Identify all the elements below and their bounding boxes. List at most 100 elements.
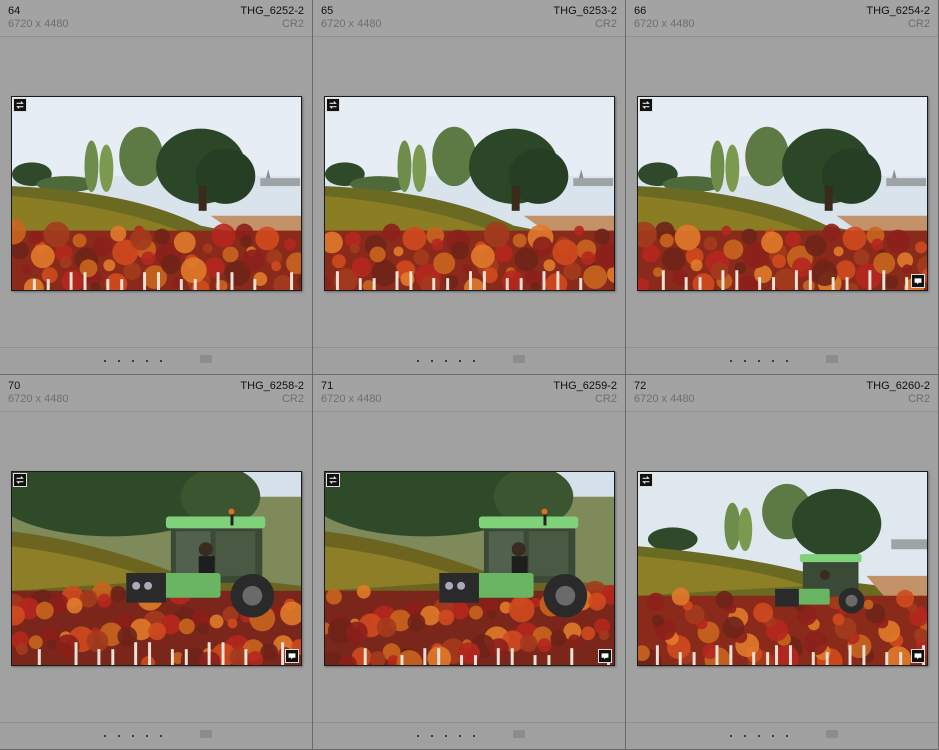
cell-dimensions: 6720 x 4480: [634, 18, 695, 30]
rating-dot[interactable]: [772, 735, 774, 737]
grid-cell[interactable]: 72 THG_6260-2 6720 x 4480 CR2: [626, 375, 939, 750]
rating-dot[interactable]: [744, 360, 746, 362]
sync-arrows-icon[interactable]: [326, 473, 340, 487]
rating-dot[interactable]: [118, 735, 120, 737]
thumbnail-image[interactable]: [11, 471, 302, 666]
color-label-icon[interactable]: [826, 355, 838, 363]
grid-cell[interactable]: 70 THG_6258-2 6720 x 4480 CR2: [0, 375, 313, 750]
grid-cell[interactable]: 66 THG_6254-2 6720 x 4480 CR2: [626, 0, 939, 375]
color-label-icon[interactable]: [513, 730, 525, 738]
thumbnail-image[interactable]: [324, 96, 615, 291]
cell-dimensions: 6720 x 4480: [321, 393, 382, 405]
cell-extension: CR2: [907, 393, 930, 405]
thumbnail-photo: [12, 97, 301, 290]
sync-arrows-icon[interactable]: [13, 98, 27, 112]
thumbnail-photo: [325, 472, 614, 665]
rating-dot[interactable]: [459, 735, 461, 737]
rating-dot[interactable]: [758, 735, 760, 737]
rating-dot[interactable]: [473, 735, 475, 737]
cell-extension: CR2: [594, 393, 617, 405]
rating-dot[interactable]: [104, 360, 106, 362]
rating-dot[interactable]: [104, 735, 106, 737]
rating-dot[interactable]: [459, 360, 461, 362]
thumbnail-photo: [325, 97, 614, 290]
cell-filename: THG_6253-2: [553, 5, 617, 17]
color-label-icon[interactable]: [513, 355, 525, 363]
cell-index: 66: [634, 5, 647, 17]
color-label-icon[interactable]: [200, 730, 212, 738]
comment-icon[interactable]: [911, 274, 925, 288]
sync-arrows-icon[interactable]: [639, 473, 653, 487]
thumbnail-image[interactable]: [637, 471, 928, 666]
cell-header: 65 THG_6253-2 6720 x 4480 CR2: [313, 0, 625, 37]
cell-extension: CR2: [594, 18, 617, 30]
grid-cell[interactable]: 64 THG_6252-2 6720 x 4480 CR2: [0, 0, 313, 375]
color-label-icon[interactable]: [200, 355, 212, 363]
cell-footer: [313, 347, 625, 374]
rating-dot[interactable]: [160, 735, 162, 737]
comment-icon[interactable]: [285, 649, 299, 663]
cell-filename: THG_6259-2: [553, 380, 617, 392]
cell-filename: THG_6258-2: [240, 380, 304, 392]
cell-index: 65: [321, 5, 334, 17]
rating-dot[interactable]: [431, 735, 433, 737]
comment-icon[interactable]: [598, 649, 612, 663]
cell-footer: [626, 347, 938, 374]
sync-arrows-icon[interactable]: [326, 98, 340, 112]
rating-dot[interactable]: [445, 360, 447, 362]
cell-extension: CR2: [907, 18, 930, 30]
rating-dot[interactable]: [786, 360, 788, 362]
cell-header: 66 THG_6254-2 6720 x 4480 CR2: [626, 0, 938, 37]
rating-dot[interactable]: [132, 735, 134, 737]
rating-dot[interactable]: [730, 360, 732, 362]
cell-index: 70: [8, 380, 21, 392]
thumbnail-image[interactable]: [324, 471, 615, 666]
grid-cell[interactable]: 65 THG_6253-2 6720 x 4480 CR2: [313, 0, 626, 375]
cell-index: 71: [321, 380, 334, 392]
rating-dot[interactable]: [118, 360, 120, 362]
cell-dimensions: 6720 x 4480: [8, 18, 69, 30]
thumbnail-photo: [12, 472, 301, 665]
rating-dot[interactable]: [417, 360, 419, 362]
sync-arrows-icon[interactable]: [639, 98, 653, 112]
cell-header: 71 THG_6259-2 6720 x 4480 CR2: [313, 375, 625, 412]
cell-footer: [0, 347, 312, 374]
rating-dot[interactable]: [730, 735, 732, 737]
cell-index: 72: [634, 380, 647, 392]
rating-dot[interactable]: [744, 735, 746, 737]
rating-dot[interactable]: [786, 735, 788, 737]
rating-dot[interactable]: [772, 360, 774, 362]
cell-header: 64 THG_6252-2 6720 x 4480 CR2: [0, 0, 312, 37]
rating-dot[interactable]: [132, 360, 134, 362]
cell-dimensions: 6720 x 4480: [8, 393, 69, 405]
cell-dimensions: 6720 x 4480: [634, 393, 695, 405]
cell-header: 70 THG_6258-2 6720 x 4480 CR2: [0, 375, 312, 412]
rating-dot[interactable]: [146, 360, 148, 362]
thumbnail-photo: [638, 472, 927, 665]
rating-dot[interactable]: [431, 360, 433, 362]
thumbnail-grid: 64 THG_6252-2 6720 x 4480 CR2 65 THG_625…: [0, 0, 939, 750]
cell-footer: [313, 722, 625, 749]
cell-filename: THG_6260-2: [866, 380, 930, 392]
grid-cell[interactable]: 71 THG_6259-2 6720 x 4480 CR2: [313, 375, 626, 750]
cell-filename: THG_6254-2: [866, 5, 930, 17]
cell-footer: [626, 722, 938, 749]
rating-dot[interactable]: [146, 735, 148, 737]
rating-dot[interactable]: [473, 360, 475, 362]
cell-dimensions: 6720 x 4480: [321, 18, 382, 30]
cell-extension: CR2: [281, 18, 304, 30]
cell-extension: CR2: [281, 393, 304, 405]
color-label-icon[interactable]: [826, 730, 838, 738]
rating-dot[interactable]: [160, 360, 162, 362]
cell-header: 72 THG_6260-2 6720 x 4480 CR2: [626, 375, 938, 412]
rating-dot[interactable]: [445, 735, 447, 737]
rating-dot[interactable]: [758, 360, 760, 362]
thumbnail-photo: [638, 97, 927, 290]
sync-arrows-icon[interactable]: [13, 473, 27, 487]
thumbnail-image[interactable]: [11, 96, 302, 291]
cell-footer: [0, 722, 312, 749]
comment-icon[interactable]: [911, 649, 925, 663]
rating-dot[interactable]: [417, 735, 419, 737]
thumbnail-image[interactable]: [637, 96, 928, 291]
cell-index: 64: [8, 5, 21, 17]
